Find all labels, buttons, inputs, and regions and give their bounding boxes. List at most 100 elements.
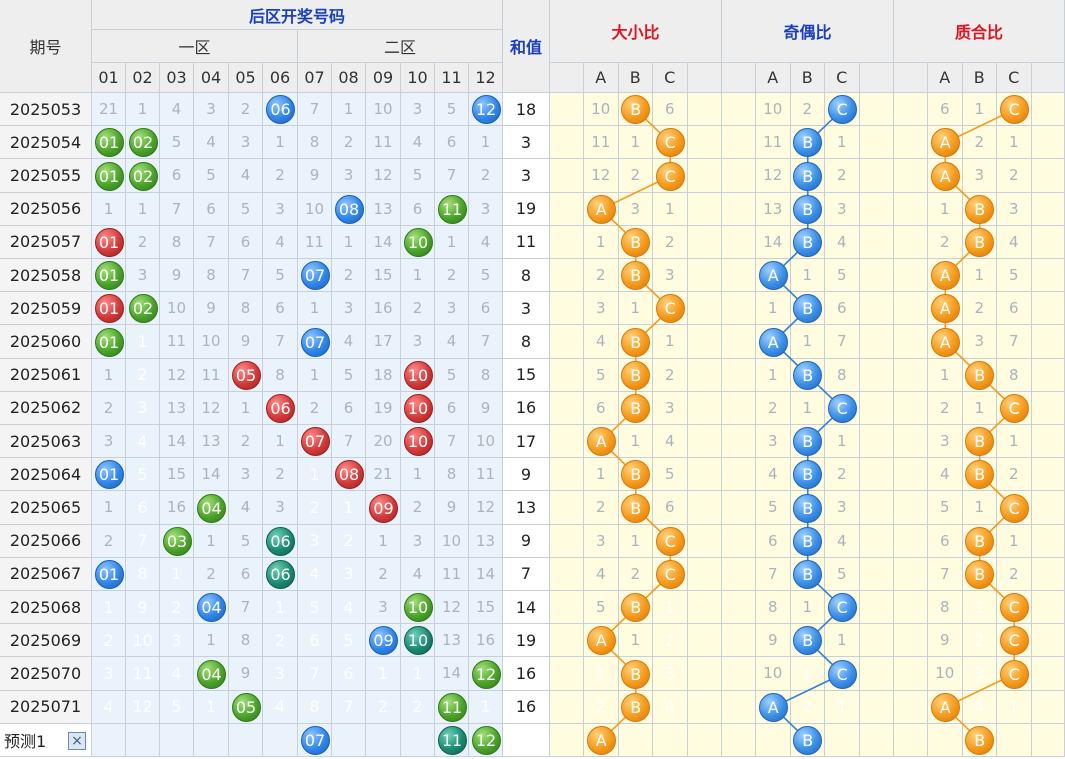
streak-cell: 5 [332,624,366,658]
number-cell: 14 [469,557,503,591]
period-cell: 2025059 [0,292,92,326]
ratio-cell: 3 [653,391,688,425]
ratio-spacer [722,657,756,691]
streak-cell: 6 [298,624,332,658]
streak-cell: 3 [126,391,160,425]
predict-number-cell[interactable] [126,723,160,757]
ratio-streak-cell: 3 [962,657,997,691]
ratio-spacer [687,159,722,193]
predicted-ratio-ball[interactable]: B [965,725,995,755]
number-cell: 4 [401,557,435,591]
drawn-number-ball: 07 [300,427,330,457]
drawn-number-ball: 01 [94,327,124,357]
ratio-spacer [550,126,584,160]
period-cell: 2025054 [0,126,92,160]
predict-number-cell[interactable] [160,723,194,757]
predict-number-cell[interactable] [366,723,401,757]
number-cell: 10 [435,524,469,558]
drawn-number-ball: 06 [266,526,295,556]
predict-number-cell[interactable] [332,723,366,757]
period-cell: 2025057 [0,225,92,259]
ratio-spacer [894,325,928,359]
predict-number-cell[interactable] [194,723,229,757]
streak-cell: 2 [298,491,332,525]
number-cell: 2 [263,159,298,193]
ratio-spacer [722,391,756,425]
drawn-number-ball: 01 [94,161,124,191]
predict-number-cell[interactable] [229,723,263,757]
ratio-cell: 5 [825,557,860,591]
size-ratio-header: 大小比 [550,0,722,63]
ratio-cell: 6 [653,93,688,127]
streak-cell: 1 [194,690,229,724]
predict-ratio-cell[interactable] [825,723,860,757]
predicted-number-ball[interactable]: 11 [437,725,467,755]
predict-ratio-cell[interactable] [756,723,791,757]
ratio-cell: 1 [584,458,619,492]
ratio-spacer [1031,491,1065,525]
number-cell: 16 [366,292,401,326]
ratio-cell: 10 [756,657,791,691]
ratio-cell: 6 [584,391,619,425]
ratio-cell: 6 [756,524,791,558]
ratio-spacer [550,93,584,127]
sum-cell: 3 [503,126,550,160]
sum-cell: 16 [503,690,550,724]
ratio-cell: 4 [997,225,1032,259]
odd-even-ratio-header: 奇偶比 [722,0,894,63]
number-cell: 18 [366,358,401,392]
number-cell: 1 [92,192,126,226]
number-cell: 11 [194,358,229,392]
close-icon[interactable]: × [68,731,86,750]
streak-cell: 5 [126,458,160,492]
number-cell: 5 [229,192,263,226]
streak-cell: 4 [332,591,366,625]
streak-cell: 2 [332,524,366,558]
ratio-cell: 1 [584,225,619,259]
drawn-number-ball: 06 [266,559,295,589]
predict-ratio-cell[interactable] [997,723,1032,757]
number-cell: 8 [194,259,229,293]
predict-number-cell[interactable] [401,723,435,757]
ratio-cell: 3 [653,259,688,293]
number-cell: 3 [401,325,435,359]
ratio-cell: 6 [825,292,860,326]
number-cell: 6 [435,126,469,160]
sum-cell: 17 [503,425,550,459]
number-cell: 6 [229,557,263,591]
number-cell: 6 [263,292,298,326]
number-column-header: 04 [194,63,229,93]
number-cell: 2 [194,557,229,591]
predicted-ratio-ball[interactable]: A [586,725,616,755]
ratio-spacer [687,657,722,691]
lottery-trend-chart: 期号 后区开奖号码 一区 二区 01 02 03 04 05 06 07 08 09 10 11 12 和值 大小… [0,0,1065,759]
predicted-number-ball[interactable]: 07 [300,725,330,755]
number-cell: 9 [229,657,263,691]
streak-cell: 1 [160,557,194,591]
predict-label-text: 预测1 [4,731,47,751]
ratio-spacer [1031,690,1065,724]
predicted-number-ball[interactable]: 12 [471,725,501,755]
predict-number-cell[interactable] [263,723,298,757]
number-cell: 7 [332,425,366,459]
ratio-abc-header: B [618,63,653,93]
predicted-ratio-ball[interactable]: B [793,725,823,755]
predict-number-cell[interactable] [92,723,126,757]
ratio-streak-cell: 1 [825,690,860,724]
ratio-ball: B [965,559,995,589]
ratio-spacer [1031,723,1065,757]
predict-ratio-cell[interactable] [928,723,963,757]
predict-ratio-cell[interactable] [618,723,653,757]
ratio-cell: 1 [653,325,688,359]
drawn-number-ball: 02 [128,161,158,191]
ratio-ball: B [621,692,651,722]
number-cell: 21 [366,458,401,492]
predict-ratio-cell[interactable] [653,723,688,757]
number-cell: 10 [194,325,229,359]
ratio-spacer [859,491,894,525]
ratio-cell: 3 [584,524,619,558]
ratio-cell: 3 [584,292,619,326]
number-cell: 7 [469,325,503,359]
ratio-spacer [894,690,928,724]
ratio-ball: C [999,659,1029,689]
